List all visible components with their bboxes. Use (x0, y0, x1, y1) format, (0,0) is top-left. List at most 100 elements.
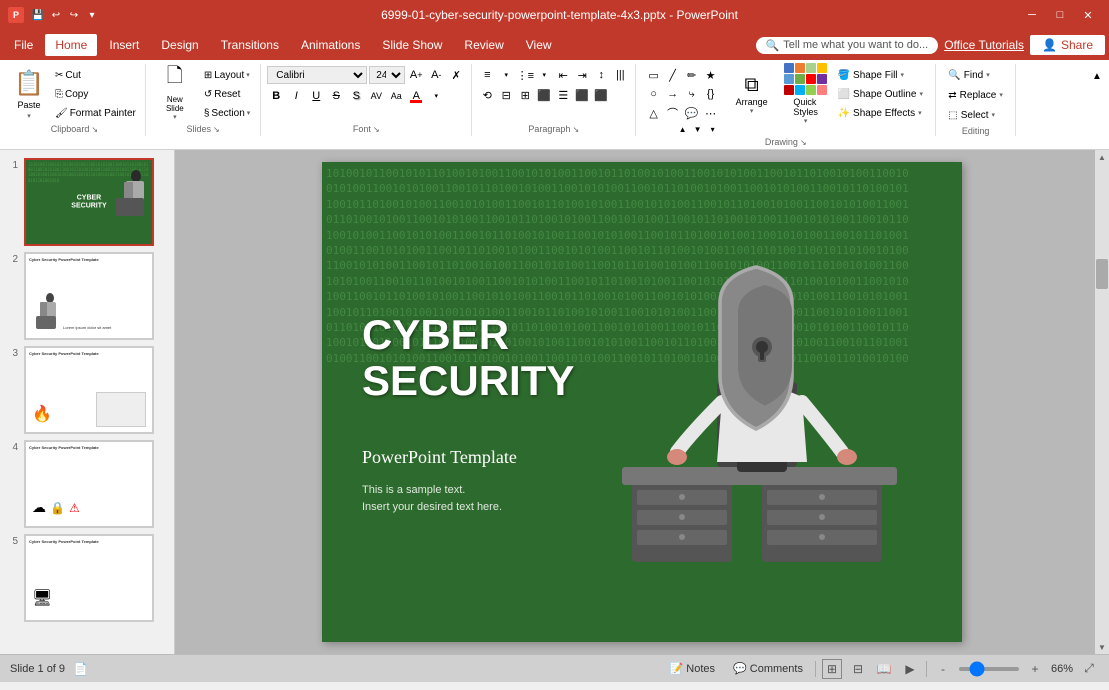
bold-button[interactable]: B (267, 87, 285, 105)
font-color-button[interactable]: A (407, 87, 425, 105)
slide-panel[interactable]: 1 10101001100101101001010011001010100110… (0, 150, 175, 654)
shape-rectangle[interactable]: ▭ (645, 66, 663, 84)
shape-connector[interactable]: ⤷ (683, 85, 701, 103)
maximize-button[interactable]: □ (1047, 5, 1073, 25)
shapes-more[interactable]: ▾ (706, 123, 720, 135)
slide-img-4[interactable]: Cyber Security PowerPoint Template ☁ 🔒 ⚠ (24, 440, 154, 528)
slide-notes-icon[interactable]: 📄 (73, 662, 88, 676)
scroll-thumb-v[interactable] (1096, 259, 1108, 289)
format-painter-button[interactable]: 🖌 Format Painter (52, 104, 139, 122)
normal-view-button[interactable]: ⊞ (822, 659, 842, 679)
convert-smartart-button[interactable]: ⊞ (516, 86, 534, 104)
clear-format-button[interactable]: ✗ (447, 66, 465, 84)
char-spacing-button[interactable]: AV (367, 87, 385, 105)
comments-button[interactable]: 💬 Comments (727, 661, 809, 676)
find-button[interactable]: 🔍 Find ▾ (942, 66, 995, 84)
zoom-out-button[interactable]: - (933, 659, 953, 679)
slide-thumb-1[interactable]: 1 10101001100101101001010011001010100110… (6, 158, 168, 246)
close-button[interactable]: ✕ (1075, 5, 1101, 25)
align-center-button[interactable]: ☰ (554, 86, 572, 104)
menu-transitions[interactable]: Transitions (211, 34, 289, 56)
numbered-arrow[interactable]: ▾ (535, 66, 553, 84)
shape-star[interactable]: ★ (702, 66, 720, 84)
numbered-list-button[interactable]: ⋮≡ (516, 66, 534, 84)
scroll-up-button[interactable]: ▲ (1095, 150, 1109, 164)
text-direction-button[interactable]: ⟲ (478, 86, 496, 104)
zoom-in-button[interactable]: + (1025, 659, 1045, 679)
notes-button[interactable]: 📝 Notes (664, 661, 722, 676)
font-name-select[interactable]: Calibri Arial Times New Roman (267, 66, 367, 84)
copy-button[interactable]: ⎘ Copy (52, 85, 139, 103)
zoom-slider[interactable] (959, 667, 1019, 671)
layout-button[interactable]: ⊞ Layout ▾ (200, 66, 254, 84)
scroll-track-v[interactable] (1095, 164, 1109, 640)
increase-indent-button[interactable]: ⇥ (573, 66, 591, 84)
menu-design[interactable]: Design (151, 34, 208, 56)
new-slide-button[interactable]: 🗋 NewSlide ▾ (152, 66, 198, 116)
shape-more[interactable]: ⋯ (702, 104, 720, 122)
vertical-scrollbar[interactable]: ▲ ▼ (1095, 150, 1109, 654)
align-left-button[interactable]: ⬛ (535, 86, 553, 104)
slide-img-1[interactable]: 1010100110010110100101001100101010011001… (24, 158, 154, 246)
shapes-scroll-up[interactable]: ▲ (676, 123, 690, 135)
shape-triangle[interactable]: △ (645, 104, 663, 122)
justify-button[interactable]: ⬛ (592, 86, 610, 104)
quick-styles-button[interactable]: QuickStyles ▾ (784, 66, 828, 122)
align-text-button[interactable]: ⊟ (497, 86, 515, 104)
replace-button[interactable]: ⇄ Replace ▾ (942, 86, 1009, 104)
font-expand-icon[interactable]: ↘ (373, 125, 380, 134)
clipboard-expand-icon[interactable]: ↘ (91, 125, 98, 134)
slide-thumb-3[interactable]: 3 Cyber Security PowerPoint Template 🔥 (6, 346, 168, 434)
columns-button[interactable]: ||| (611, 66, 629, 84)
arrange-button[interactable]: ⧉ Arrange ▾ (726, 66, 778, 122)
strikethrough-button[interactable]: S (327, 87, 345, 105)
shape-circle[interactable]: ○ (645, 85, 663, 103)
menu-insert[interactable]: Insert (99, 34, 149, 56)
cut-button[interactable]: ✂ Cut (52, 66, 139, 84)
line-spacing-button[interactable]: ↕ (592, 66, 610, 84)
menu-view[interactable]: View (516, 34, 562, 56)
shape-fill-button[interactable]: 🪣 Shape Fill ▾ (834, 66, 927, 84)
reading-view-button[interactable]: 📖 (874, 659, 894, 679)
paragraph-expand-icon[interactable]: ↘ (572, 125, 579, 134)
minimize-button[interactable]: ─ (1019, 5, 1045, 25)
shape-arrow[interactable]: → (664, 85, 682, 103)
slide-thumb-5[interactable]: 5 Cyber Security PowerPoint Template 🖥 (6, 534, 168, 622)
slide-thumb-2[interactable]: 2 Cyber Security PowerPoint Template Lor… (6, 252, 168, 340)
slide-sorter-button[interactable]: ⊟ (848, 659, 868, 679)
underline-button[interactable]: U (307, 87, 325, 105)
slide-img-3[interactable]: Cyber Security PowerPoint Template 🔥 (24, 346, 154, 434)
paste-button[interactable]: 📋 Paste ▾ (10, 66, 48, 122)
italic-button[interactable]: I (287, 87, 305, 105)
decrease-font-size-button[interactable]: A- (427, 66, 445, 84)
font-color-arrow[interactable]: ▾ (427, 87, 445, 105)
select-button[interactable]: ⬚ Select ▾ (942, 106, 1001, 124)
shape-outline-button[interactable]: ⬜ Shape Outline ▾ (834, 85, 927, 103)
slide-img-2[interactable]: Cyber Security PowerPoint Template Lorem… (24, 252, 154, 340)
section-button[interactable]: § Section ▾ (200, 104, 254, 122)
share-button[interactable]: 👤 Share (1030, 35, 1105, 55)
slide-thumb-4[interactable]: 4 Cyber Security PowerPoint Template ☁ 🔒… (6, 440, 168, 528)
menu-home[interactable]: Home (45, 34, 97, 56)
shape-curve[interactable]: ⌒ (664, 104, 682, 122)
menu-animations[interactable]: Animations (291, 34, 370, 56)
slide-canvas[interactable]: 1010010110010101101001010011001010100110… (322, 162, 962, 642)
shape-bracket[interactable]: {} (702, 85, 720, 103)
menu-review[interactable]: Review (454, 34, 513, 56)
drawing-expand-icon[interactable]: ↘ (800, 138, 807, 147)
fit-window-button[interactable]: ⤢ (1079, 659, 1099, 679)
save-button[interactable]: 💾 (30, 7, 46, 23)
reset-button[interactable]: ↺ Reset (200, 85, 254, 103)
bullet-arrow[interactable]: ▾ (497, 66, 515, 84)
increase-font-size-button[interactable]: A+ (407, 66, 425, 84)
shape-callout[interactable]: 💬 (683, 104, 701, 122)
redo-button[interactable]: ↪ (66, 7, 82, 23)
shape-freeform[interactable]: ✏ (683, 66, 701, 84)
qat-more-button[interactable]: ▾ (84, 7, 100, 23)
ribbon-collapse-button[interactable]: ▲ (1089, 68, 1105, 84)
office-tutorials-link[interactable]: Office Tutorials (944, 38, 1024, 52)
font-size-select[interactable]: 24 18 32 48 (369, 66, 405, 84)
shape-line[interactable]: ╱ (664, 66, 682, 84)
shapes-scroll-down[interactable]: ▼ (691, 123, 705, 135)
slideshow-view-button[interactable]: ▶ (900, 659, 920, 679)
